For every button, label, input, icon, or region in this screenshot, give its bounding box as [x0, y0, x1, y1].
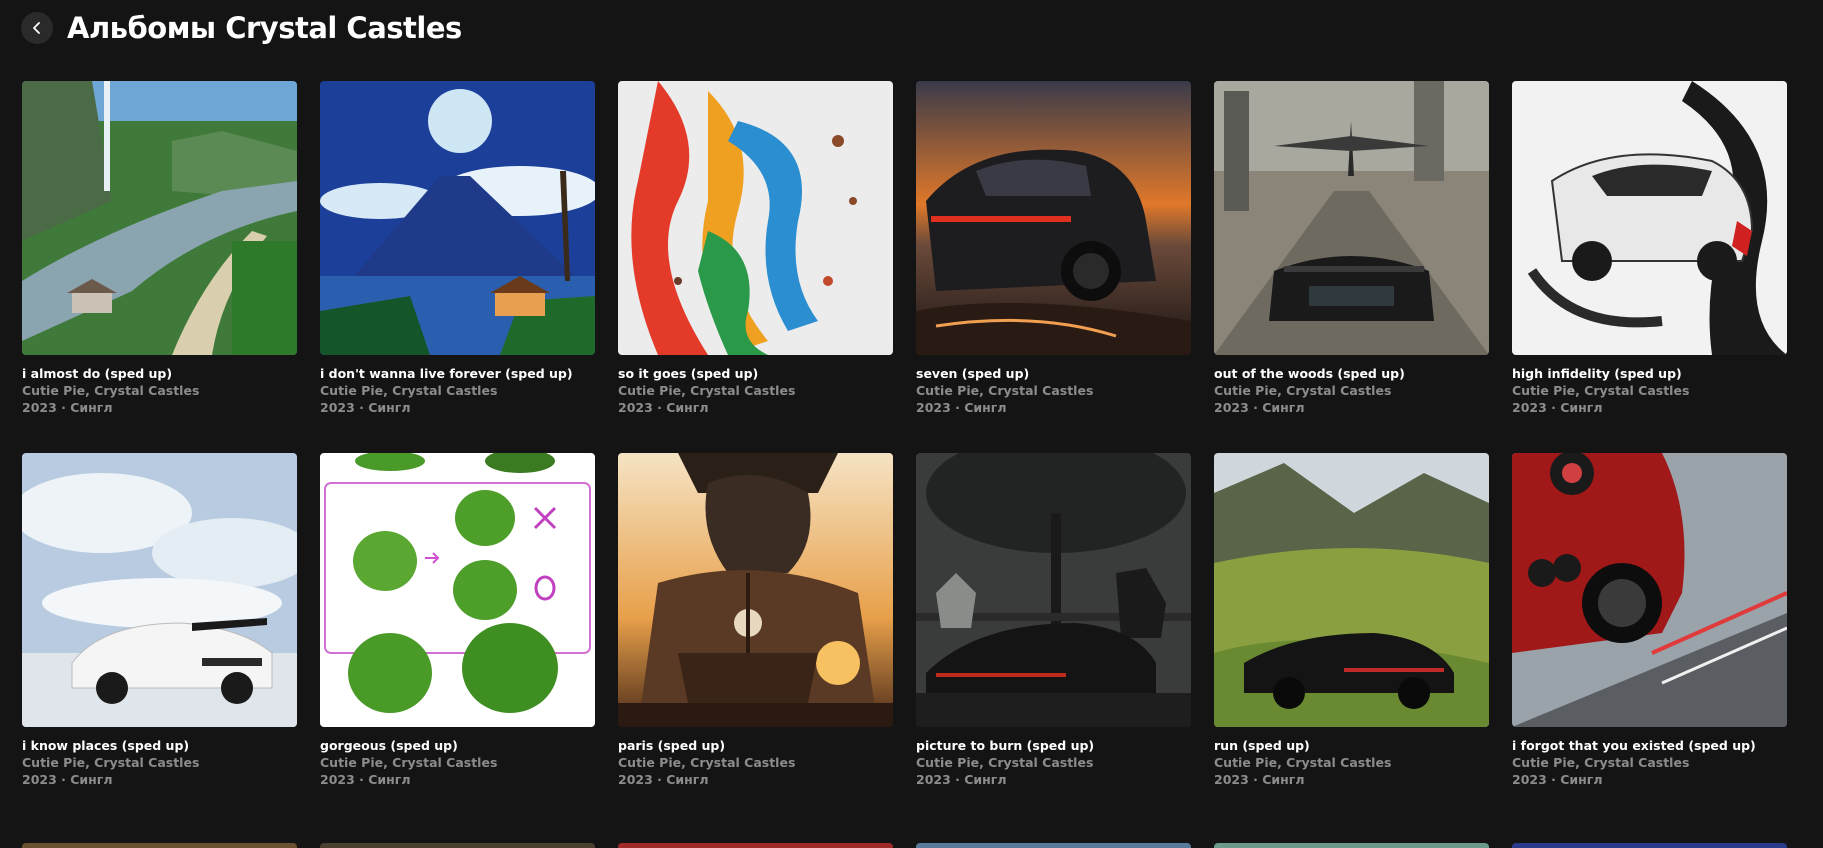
album-cover[interactable] — [1512, 843, 1787, 848]
page-header: Альбомы Crystal Castles — [21, 8, 462, 48]
album-artists[interactable]: Cutie Pie, Crystal Castles — [1512, 754, 1787, 771]
album-cover[interactable] — [1214, 453, 1489, 727]
album-title[interactable]: picture to burn (sped up) — [916, 737, 1191, 754]
album-cover[interactable] — [916, 843, 1191, 848]
album-cover[interactable] — [1512, 81, 1787, 355]
album-card[interactable]: seven (sped up) Cutie Pie, Crystal Castl… — [916, 81, 1191, 417]
album-cover[interactable] — [1214, 81, 1489, 355]
album-meta: 2023 · Сингл — [916, 772, 1007, 787]
album-artists[interactable]: Cutie Pie, Crystal Castles — [618, 382, 893, 399]
album-meta: 2023 · Сингл — [22, 772, 113, 787]
album-meta: 2023 · Сингл — [1512, 400, 1603, 415]
album-card[interactable]: high infidelity (sped up) Cutie Pie, Cry… — [1512, 81, 1787, 417]
album-title[interactable]: gorgeous (sped up) — [320, 737, 595, 754]
album-meta: 2023 · Сингл — [320, 772, 411, 787]
album-card[interactable]: gorgeous (sped up) Cutie Pie, Crystal Ca… — [320, 453, 595, 789]
album-title[interactable]: so it goes (sped up) — [618, 365, 893, 382]
chevron-left-icon — [33, 22, 40, 34]
album-card[interactable]: i know places (sped up) Cutie Pie, Cryst… — [22, 453, 297, 789]
album-artists[interactable]: Cutie Pie, Crystal Castles — [1512, 382, 1787, 399]
album-cover[interactable] — [320, 453, 595, 727]
album-cover[interactable] — [618, 843, 893, 848]
album-title[interactable]: high infidelity (sped up) — [1512, 365, 1787, 382]
album-artists[interactable]: Cutie Pie, Crystal Castles — [618, 754, 893, 771]
album-meta: 2023 · Сингл — [1214, 772, 1305, 787]
album-meta: 2023 · Сингл — [320, 400, 411, 415]
album-card[interactable]: i don't wanna live forever (sped up) Cut… — [320, 81, 595, 417]
album-meta: 2023 · Сингл — [618, 772, 709, 787]
album-card[interactable]: paris (sped up) Cutie Pie, Crystal Castl… — [618, 453, 893, 789]
album-cover[interactable] — [1512, 453, 1787, 727]
album-cover[interactable] — [22, 843, 297, 848]
album-cover[interactable] — [916, 81, 1191, 355]
album-cover[interactable] — [1214, 843, 1489, 848]
album-artists[interactable]: Cutie Pie, Crystal Castles — [1214, 382, 1489, 399]
albums-page: Альбомы Crystal Castles i almost do (spe… — [0, 0, 1823, 848]
album-title[interactable]: run (sped up) — [1214, 737, 1489, 754]
albums-grid: i almost do (sped up) Cutie Pie, Crystal… — [22, 81, 1788, 789]
album-title[interactable]: seven (sped up) — [916, 365, 1191, 382]
album-cover[interactable] — [618, 81, 893, 355]
album-artists[interactable]: Cutie Pie, Crystal Castles — [320, 382, 595, 399]
album-artists[interactable]: Cutie Pie, Crystal Castles — [22, 382, 297, 399]
album-card[interactable]: out of the woods (sped up) Cutie Pie, Cr… — [1214, 81, 1489, 417]
albums-grid-partial-row — [22, 843, 1787, 848]
album-meta: 2023 · Сингл — [1214, 400, 1305, 415]
album-cover[interactable] — [22, 453, 297, 727]
album-cover[interactable] — [618, 453, 893, 727]
album-artists[interactable]: Cutie Pie, Crystal Castles — [22, 754, 297, 771]
album-meta: 2023 · Сингл — [916, 400, 1007, 415]
album-title[interactable]: i know places (sped up) — [22, 737, 297, 754]
album-artists[interactable]: Cutie Pie, Crystal Castles — [1214, 754, 1489, 771]
album-cover[interactable] — [320, 843, 595, 848]
album-card[interactable]: picture to burn (sped up) Cutie Pie, Cry… — [916, 453, 1191, 789]
album-cover[interactable] — [916, 453, 1191, 727]
album-title[interactable]: i almost do (sped up) — [22, 365, 297, 382]
album-artists[interactable]: Cutie Pie, Crystal Castles — [320, 754, 595, 771]
album-title[interactable]: i don't wanna live forever (sped up) — [320, 365, 595, 382]
album-card[interactable]: i almost do (sped up) Cutie Pie, Crystal… — [22, 81, 297, 417]
album-card[interactable]: i forgot that you existed (sped up) Cuti… — [1512, 453, 1787, 789]
album-title[interactable]: i forgot that you existed (sped up) — [1512, 737, 1787, 754]
album-title[interactable]: paris (sped up) — [618, 737, 893, 754]
album-artists[interactable]: Cutie Pie, Crystal Castles — [916, 754, 1191, 771]
album-cover[interactable] — [320, 81, 595, 355]
album-card[interactable]: so it goes (sped up) Cutie Pie, Crystal … — [618, 81, 893, 417]
page-title: Альбомы Crystal Castles — [67, 11, 462, 45]
album-card[interactable]: run (sped up) Cutie Pie, Crystal Castles… — [1214, 453, 1489, 789]
album-meta: 2023 · Сингл — [618, 400, 709, 415]
album-artists[interactable]: Cutie Pie, Crystal Castles — [916, 382, 1191, 399]
album-title[interactable]: out of the woods (sped up) — [1214, 365, 1489, 382]
album-meta: 2023 · Сингл — [1512, 772, 1603, 787]
album-cover[interactable] — [22, 81, 297, 355]
back-button[interactable] — [21, 12, 53, 44]
album-meta: 2023 · Сингл — [22, 400, 113, 415]
scrollbar[interactable] — [1815, 0, 1823, 848]
